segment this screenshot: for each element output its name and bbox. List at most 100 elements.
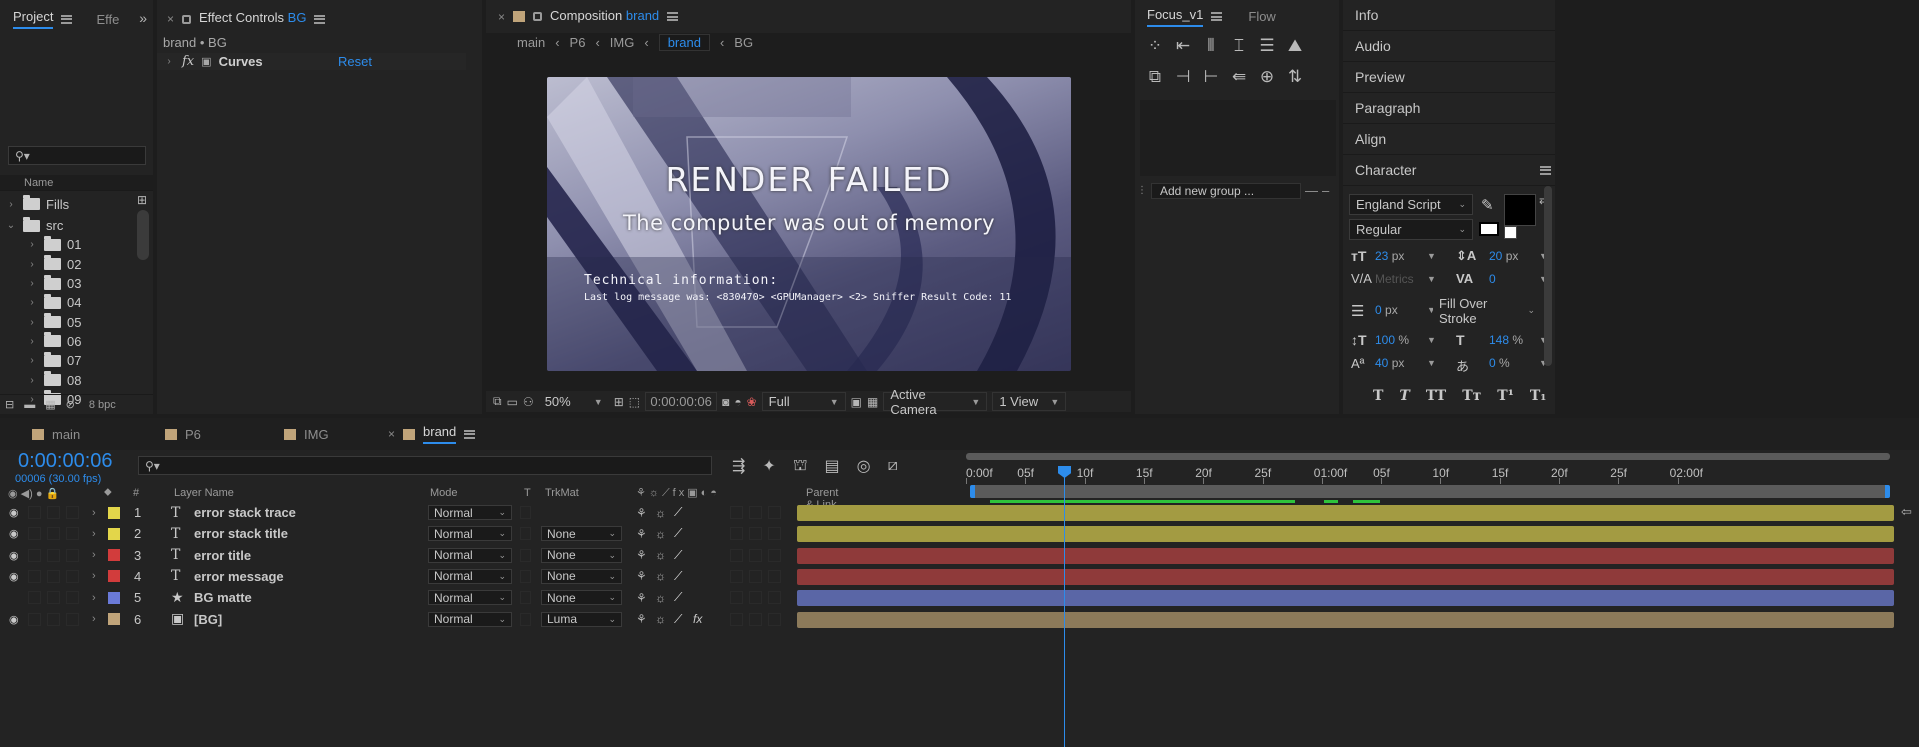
tab-composition[interactable]: × Composition brand (486, 0, 688, 33)
collapse-icon[interactable]: — (1305, 183, 1318, 198)
faux-italic-button[interactable]: T (1399, 388, 1409, 404)
chevron-down-icon[interactable]: ▼ (1427, 335, 1436, 345)
project-item[interactable]: ⌄ src (0, 216, 136, 235)
tab-focus[interactable]: Focus_v1 (1135, 0, 1232, 33)
layer-pin-icon[interactable]: ⊢ (1197, 67, 1225, 98)
text-align-icon[interactable]: ☰ (1253, 36, 1281, 67)
tab-timeline-main[interactable]: main (0, 418, 155, 450)
menu-icon[interactable] (314, 14, 326, 24)
project-item[interactable]: › 08 (0, 370, 136, 389)
distribute-icon[interactable]: ⫴ (1197, 36, 1225, 67)
chevron-right-icon[interactable]: › (26, 239, 38, 250)
layer-duration-bar[interactable] (797, 526, 1894, 543)
timeline-search-input[interactable]: ⚲▾ (138, 456, 712, 475)
layer-duration-bar[interactable] (797, 505, 1894, 521)
bracket-pin-icon[interactable]: ⌶ (1225, 36, 1253, 67)
project-item[interactable]: › 04 (0, 293, 136, 312)
font-family-select[interactable]: England Script ⌄ (1349, 194, 1473, 215)
tab-effect-controls[interactable]: × Effect Controls BG (157, 0, 335, 38)
timeline-timecode[interactable]: 0:00:00:06 (18, 450, 113, 473)
layer-duration-bar[interactable] (797, 568, 1894, 585)
color-channels-icon[interactable]: ❀ (747, 395, 757, 409)
transparency-grid-icon[interactable]: ▦ (867, 395, 878, 409)
stroke-mode-select[interactable]: Fill Over Stroke ⌄ (1433, 296, 1541, 326)
project-item[interactable]: › 07 (0, 351, 136, 370)
project-item[interactable]: › 03 (0, 274, 136, 293)
project-item[interactable]: › Fills (0, 192, 136, 216)
faux-bold-button[interactable]: T (1373, 388, 1383, 404)
layer-duration-bar[interactable] (797, 611, 1894, 628)
current-time-field[interactable]: 0:00:00:06 (645, 392, 718, 411)
composition-viewer[interactable]: RENDER FAILED The computer was out of me… (547, 77, 1071, 371)
chevron-right-icon[interactable]: › (163, 56, 175, 67)
preview-toggle-icon[interactable]: ⧉ (493, 394, 502, 409)
menu-icon[interactable] (667, 12, 679, 21)
horizontal-scale-value[interactable]: 148 % (1489, 333, 1523, 347)
flowchart-icon[interactable]: ⊞ (137, 193, 147, 207)
vertical-scale-value[interactable]: 100 % (1375, 333, 1409, 347)
font-size-value[interactable]: 23 px (1375, 249, 1404, 263)
panel-overflow-icon[interactable]: » (139, 10, 147, 26)
reset-link[interactable]: Reset (338, 54, 372, 69)
shy-layers-icon[interactable]: ⛫ (793, 456, 808, 476)
frame-blending-icon[interactable]: ▤ (825, 456, 840, 476)
tracking-value[interactable]: 0 (1489, 272, 1496, 286)
layer-arrow-icon[interactable]: ⇚ (1225, 67, 1253, 98)
project-item[interactable]: › 01 (0, 235, 136, 254)
chevron-right-icon[interactable]: › (26, 259, 38, 270)
menu-icon[interactable] (61, 14, 73, 24)
project-search-input[interactable]: ⚲▾ (8, 146, 146, 165)
tab-project[interactable]: Project (0, 0, 82, 38)
layer-duration-bar[interactable] (797, 547, 1894, 564)
grid-guides-icon[interactable]: ⊞ (614, 395, 624, 409)
interpret-footage-icon[interactable]: ⊟ (5, 398, 14, 411)
remove-icon[interactable]: – (1322, 183, 1329, 198)
leading-value[interactable]: 20 px (1489, 249, 1518, 263)
all-caps-button[interactable]: TT (1426, 388, 1446, 404)
project-item[interactable]: › 05 (0, 312, 136, 331)
effect-row-curves[interactable]: › fx ▣ Curves Reset (157, 53, 466, 70)
monitor-icon[interactable]: ▭ (507, 395, 518, 409)
stroke-swatch-white[interactable] (1479, 222, 1499, 236)
section-paragraph[interactable]: Paragraph (1343, 93, 1555, 124)
breadcrumb-bg[interactable]: BG (734, 35, 753, 50)
fill-color-swatch[interactable] (1504, 194, 1536, 226)
chevron-right-icon[interactable]: › (26, 297, 38, 308)
kerning-value[interactable]: Metrics (1375, 272, 1414, 286)
camera-select[interactable]: Active Camera ▼ (883, 387, 988, 414)
menu-icon[interactable] (1211, 12, 1223, 21)
tab-timeline-p6[interactable]: P6 (155, 418, 274, 450)
chevron-down-icon[interactable]: ⌄ (5, 220, 17, 231)
drag-handle-icon[interactable]: ⋮ (1137, 185, 1147, 196)
section-character[interactable]: Character (1343, 155, 1555, 186)
close-icon[interactable]: × (388, 427, 395, 441)
comp-marker-icon[interactable]: ⇦ (1901, 504, 1912, 520)
fast-preview-icon[interactable]: ▣ (851, 395, 862, 409)
anchor-topleft-icon[interactable]: ⁘ (1141, 36, 1169, 67)
layer-plus-icon[interactable]: ⊕ (1253, 67, 1281, 98)
breadcrumb-brand[interactable]: brand (658, 33, 710, 51)
breadcrumb-main[interactable]: main (517, 35, 545, 50)
region-of-interest-icon[interactable]: ⬚ (629, 395, 640, 409)
baseline-shift-value[interactable]: 40 px (1375, 356, 1404, 370)
composition-flowchart-icon[interactable]: ⇶ (732, 456, 745, 476)
eyedropper-icon[interactable]: ✎ (1481, 196, 1494, 214)
subscript-button[interactable]: T₁ (1530, 388, 1547, 404)
section-info[interactable]: Info (1343, 0, 1555, 31)
close-icon[interactable]: × (167, 12, 174, 26)
lock-icon[interactable] (182, 14, 192, 24)
chevron-right-icon[interactable]: › (26, 355, 38, 366)
zoom-select[interactable]: 50% ▼ (538, 392, 609, 411)
lock-icon[interactable] (533, 12, 543, 21)
fx-icon[interactable]: fx (182, 54, 194, 69)
tab-effects[interactable]: Effe (82, 0, 129, 38)
chevron-right-icon[interactable]: › (26, 317, 38, 328)
layer-duration-bar[interactable] (797, 590, 1894, 607)
menu-icon[interactable] (464, 429, 476, 439)
view-layout-select[interactable]: 1 View ▼ (992, 392, 1067, 411)
chevron-down-icon[interactable]: ▼ (1427, 358, 1436, 368)
draft-3d-icon[interactable]: ✦ (762, 456, 775, 476)
stroke-width-value[interactable]: 0 px (1375, 303, 1398, 317)
motion-blur-icon[interactable]: ◎ (857, 456, 871, 476)
menu-icon[interactable] (1540, 165, 1551, 175)
